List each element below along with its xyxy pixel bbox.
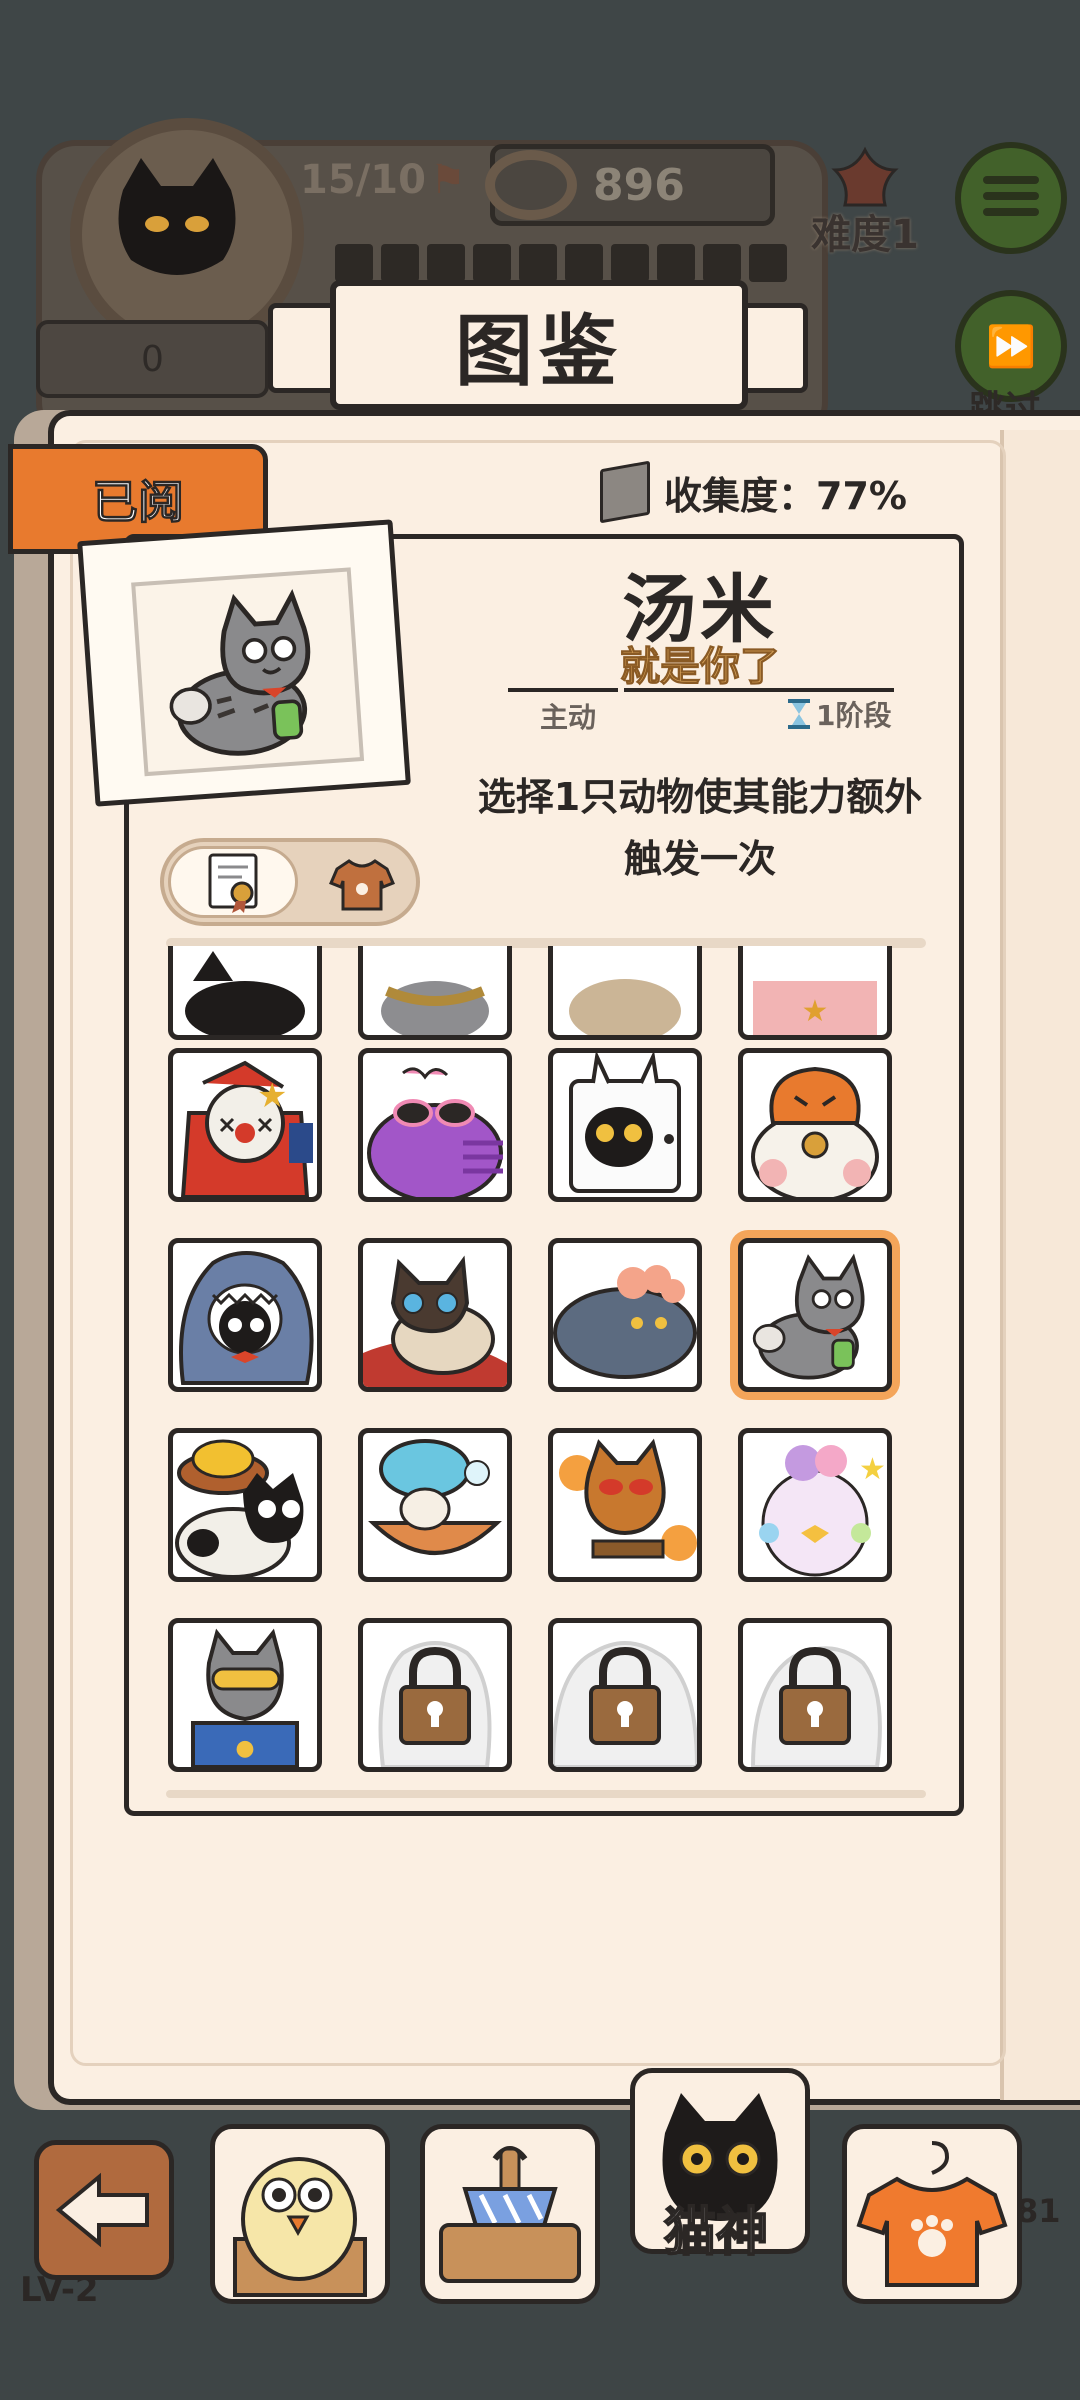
view-toggle[interactable] bbox=[160, 838, 420, 926]
page-title: 图鉴 bbox=[454, 307, 623, 397]
shirt-icon bbox=[329, 859, 395, 911]
collar-coin-icon bbox=[485, 150, 577, 220]
lock-icon bbox=[553, 1641, 697, 1767]
collection-progress: 收集度：77% bbox=[600, 460, 907, 524]
lock-icon bbox=[750, 1646, 882, 1767]
grid-tile-tabby-glasses-cat[interactable] bbox=[738, 1238, 892, 1392]
nav-outfit-button[interactable] bbox=[842, 2124, 1022, 2304]
nav-basket-button[interactable] bbox=[420, 2124, 600, 2304]
character-portrait bbox=[77, 519, 411, 807]
book-page-edge bbox=[1000, 430, 1080, 2100]
description-line-2: 触发一次 bbox=[623, 837, 776, 881]
ability-stage-label: 1阶段 bbox=[816, 699, 892, 732]
grid-bottom-scrollbar bbox=[166, 1790, 926, 1798]
grid-tile-clown-cat[interactable]: ★ bbox=[168, 1048, 322, 1202]
difficulty-indicator[interactable]: 难度1 bbox=[800, 140, 930, 258]
grid-tile-goggles-robot-cat[interactable]: ● bbox=[168, 1618, 322, 1772]
score-box: 0 bbox=[36, 320, 269, 398]
grid-tile-tan-cat[interactable] bbox=[548, 946, 702, 1040]
grid-tile-shark-costume-cat[interactable] bbox=[168, 1238, 322, 1392]
flag-icon: ⚑ bbox=[429, 157, 466, 203]
grid-tile-bunny-cube-cat[interactable] bbox=[548, 1048, 702, 1202]
certificate-icon bbox=[208, 853, 258, 913]
grid-tile-pink-dress-cat[interactable]: ★ bbox=[738, 946, 892, 1040]
hanger-shirt-icon bbox=[856, 2141, 1008, 2287]
fast-forward-icon: ⏩ bbox=[986, 323, 1036, 370]
grid-tile-siamese-cat[interactable] bbox=[358, 1238, 512, 1392]
flag-counter: 15/10 ⚑ bbox=[300, 148, 490, 212]
grid-tile-lucky-calico-cat[interactable] bbox=[738, 1048, 892, 1202]
grid-tile-locked-2[interactable] bbox=[548, 1618, 702, 1772]
grid-tile-locked-3[interactable] bbox=[738, 1618, 892, 1772]
banner-plate: 图鉴 bbox=[330, 280, 748, 410]
menu-button[interactable] bbox=[955, 142, 1067, 254]
difficulty-label: 难度1 bbox=[811, 212, 919, 258]
ability-stage: 1阶段 bbox=[788, 694, 891, 734]
flower-icon bbox=[831, 146, 899, 207]
read-tab-label: 已阅 bbox=[92, 475, 185, 530]
tabby-cat-portrait-icon bbox=[169, 588, 311, 756]
book-icon bbox=[600, 460, 650, 524]
ability-type: 主动 bbox=[540, 701, 597, 734]
grid-tile-cowboy-hat-cat[interactable] bbox=[168, 1428, 322, 1582]
svg-text:★: ★ bbox=[802, 994, 829, 1029]
grid-tile-locked-1[interactable] bbox=[358, 1618, 512, 1772]
cat-god-label: 猫神 bbox=[663, 2202, 769, 2264]
title-banner: 图鉴 bbox=[268, 268, 808, 418]
grid-tile-black-cat[interactable] bbox=[168, 946, 322, 1040]
toggle-profile-option[interactable] bbox=[168, 846, 298, 918]
side-counter: 81 bbox=[1016, 2192, 1061, 2230]
svg-text:●: ● bbox=[235, 1736, 254, 1761]
grid-tile-pink-sunglasses-cat[interactable] bbox=[358, 1048, 512, 1202]
divider-left bbox=[508, 688, 618, 692]
flag-counter-value: 15/10 bbox=[300, 157, 426, 203]
portrait-frame bbox=[131, 567, 365, 777]
description-line-1: 选择1只动物使其能力额外 bbox=[477, 775, 923, 819]
score-value: 0 bbox=[141, 338, 164, 380]
grid-tile-shower-cap-cat[interactable] bbox=[358, 1428, 512, 1582]
character-subtitle: 就是你了 bbox=[620, 644, 781, 691]
back-arrow-icon bbox=[55, 2172, 149, 2248]
ability-description: 选择1只动物使其能力额外 触发一次 bbox=[450, 766, 950, 890]
lock-icon bbox=[378, 1641, 492, 1767]
svg-text:★: ★ bbox=[257, 1076, 287, 1116]
character-grid[interactable]: ★ ★ ★ ● bbox=[140, 946, 940, 1786]
grid-tile-grey-blob-cat[interactable] bbox=[548, 1238, 702, 1392]
menu-icon bbox=[983, 176, 1039, 184]
chick-icon bbox=[233, 2157, 367, 2297]
toggle-outfit-option[interactable] bbox=[312, 848, 412, 918]
picnic-basket-icon bbox=[439, 2146, 581, 2283]
back-button[interactable] bbox=[34, 2140, 174, 2280]
coin-value: 896 bbox=[593, 159, 685, 211]
nav-chick-button[interactable] bbox=[210, 2124, 390, 2304]
grid-tile-chain-cat[interactable] bbox=[358, 946, 512, 1040]
grid-tile-explosive-tabby-cat[interactable] bbox=[548, 1428, 702, 1582]
player-avatar-icon bbox=[118, 158, 236, 275]
divider-right bbox=[624, 688, 894, 692]
collection-label: 收集度：77% bbox=[664, 473, 907, 518]
svg-text:★: ★ bbox=[859, 1452, 886, 1487]
coin-counter: 896 bbox=[485, 144, 775, 226]
grid-tile-pastel-fluffy-cat[interactable]: ★ bbox=[738, 1428, 892, 1582]
hourglass-icon bbox=[788, 699, 810, 729]
